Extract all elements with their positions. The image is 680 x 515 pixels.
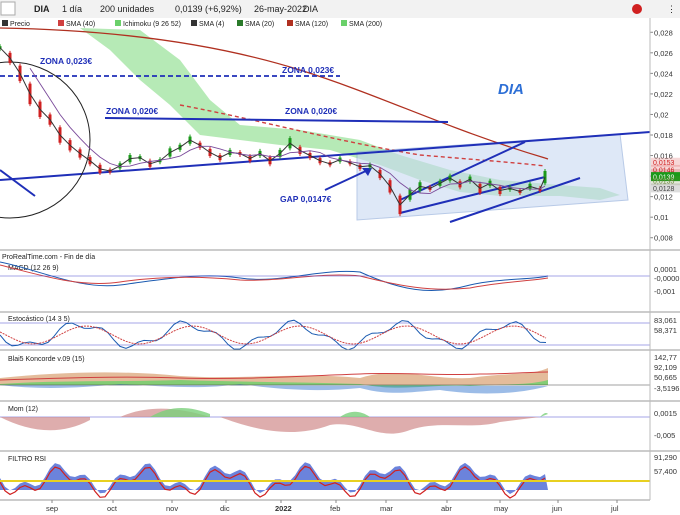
toolbar: DIA 1 día 200 unidades 0,0139 (+6,92%) 2…	[0, 0, 680, 18]
x-tick-label: sep	[46, 504, 58, 513]
stoch-tag-1: 83,061	[654, 316, 677, 325]
price-y-tick: 0,008	[654, 234, 673, 243]
price-y-tick: 0,01	[654, 213, 669, 222]
rsi-tag-2: 57,400	[654, 467, 677, 476]
koncorde-tag-3: 50,665	[654, 373, 677, 382]
x-tick-label: may	[494, 504, 508, 513]
filtro-rsi-legend: FILTRO RSI	[8, 456, 46, 463]
x-tick-label: mar	[380, 504, 393, 513]
momentum-tick-1: 0,0015	[654, 409, 677, 418]
x-tick-label: dic	[220, 504, 230, 513]
price-right-tags: 0,01530,01460,01420,01390,01350,0128	[651, 157, 680, 193]
koncorde-tag-1: 142,77	[654, 353, 677, 362]
price-y-tick: 0,012	[654, 193, 673, 202]
annotation-zone-023-left: ZONA 0,023€	[40, 56, 92, 66]
timeframe-selector[interactable]: 1 día	[62, 4, 82, 14]
macd-tick-neg: -0,001	[654, 287, 675, 296]
instrument-name: DIA	[303, 4, 318, 14]
macd-tag-2: -0,0000	[654, 274, 679, 283]
stochastic-d-line	[0, 325, 547, 345]
stochastic-legend: Estocástico (14 3 5)	[8, 316, 70, 323]
symbol-selector[interactable]: DIA	[34, 4, 50, 14]
close-icon[interactable]	[632, 4, 642, 14]
rsi-tag-1: 91,290	[654, 453, 677, 462]
chart-canvas: DIA 1 día 200 unidades 0,0139 (+6,92%) 2…	[0, 0, 680, 513]
macd-panel: ProRealTime.com - Fin de día MACD (12 26…	[0, 249, 680, 296]
price-y-tick: 0,022	[654, 90, 673, 99]
price-panel: ZONA 0,023€ ZONA 0,023€ ZONA 0,020€ ZONA…	[0, 18, 680, 250]
price-y-axis: 0,0280,0260,0240,0220,020,0180,0160,0140…	[650, 28, 673, 243]
annotation-zone-023-right: ZONA 0,023€	[282, 65, 334, 75]
x-tick-label: oct	[107, 504, 118, 513]
price-y-tick: 0,024	[654, 69, 673, 78]
x-tick-label: 2022	[275, 504, 292, 513]
koncorde-panel: Blai5 Koncorde v.09 (15) 142,77 92,109 5…	[0, 349, 680, 394]
macd-panel-title: ProRealTime.com - Fin de día	[2, 254, 95, 261]
quote-date: 26-may-2022	[254, 4, 307, 14]
momentum-positive-area	[150, 407, 548, 417]
x-tick-label: jun	[551, 504, 562, 513]
legend-sma200: SMA (200)	[349, 21, 382, 28]
price-y-tick: 0,026	[654, 49, 673, 58]
x-axis: sep oct nov dic 2022 feb mar abr may jun jul	[46, 500, 619, 513]
annotation-gap: GAP 0,0147€	[280, 194, 332, 204]
macd-tag-1: 0,0001	[654, 265, 677, 274]
legend-price: Precio	[10, 21, 30, 28]
units-selector[interactable]: 200 unidades	[100, 4, 155, 14]
annotation-dia: DIA	[498, 81, 524, 98]
stoch-tag-2: 58,371	[654, 326, 677, 335]
price-right-tag: 0,0128	[653, 186, 675, 193]
x-tick-label: abr	[441, 504, 452, 513]
momentum-negative-area	[0, 408, 540, 434]
price-change: (+6,92%)	[205, 4, 242, 14]
legend-sma120: SMA (120)	[295, 21, 328, 28]
more-options-icon[interactable]: ⋮	[667, 4, 676, 14]
x-tick-label: nov	[166, 504, 178, 513]
price-y-tick: 0,028	[654, 28, 673, 37]
price-y-tick: 0,02	[654, 110, 669, 119]
filtro-rsi-panel: FILTRO RSI 91,290 57,400	[0, 450, 680, 499]
koncorde-legend: Blai5 Koncorde v.09 (15)	[8, 356, 85, 363]
stochastic-panel: Estocástico (14 3 5) 83,061 58,371	[0, 311, 680, 351]
momentum-panel: Mom (12) 0,0015 -0,005	[0, 400, 680, 440]
price-y-tick: 0,018	[654, 131, 673, 140]
legend-sma4: SMA (4)	[199, 21, 224, 28]
momentum-tick-2: -0,005	[654, 431, 675, 440]
legend-ichimoku: Ichimoku (9 26 52)	[123, 21, 181, 28]
koncorde-tag-2: 92,109	[654, 363, 677, 372]
momentum-legend: Mom (12)	[8, 406, 38, 413]
last-price: 0,0139	[175, 4, 203, 14]
annotation-zone-020-right: ZONA 0,020€	[285, 106, 337, 116]
annotation-zone-020-left: ZONA 0,020€	[106, 106, 158, 116]
x-tick-label: jul	[610, 504, 619, 513]
chart-menu-icon[interactable]	[0, 1, 16, 16]
legend-sma40: SMA (40)	[66, 21, 95, 28]
legend-sma20: SMA (20)	[245, 21, 274, 28]
x-tick-label: feb	[330, 504, 340, 513]
koncorde-tag-4: -3,5196	[654, 384, 679, 393]
